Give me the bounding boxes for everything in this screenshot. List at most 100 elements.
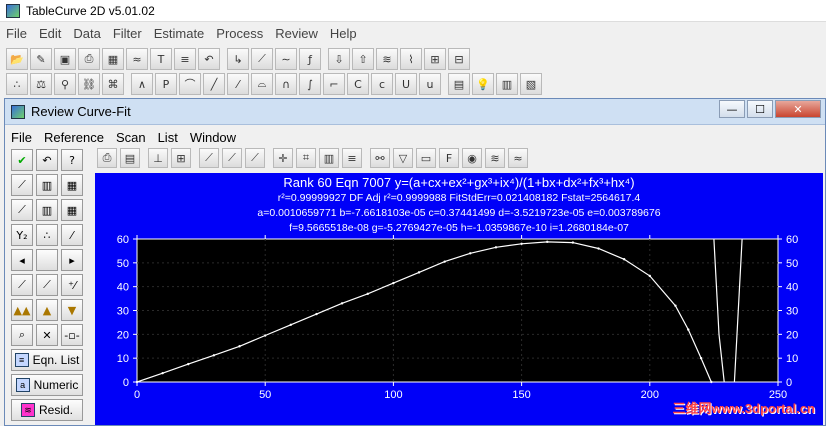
menu-filter[interactable]: Filter (107, 26, 148, 41)
arrow-left-icon[interactable]: ◂ (11, 249, 33, 271)
pdf-icon[interactable]: P (155, 73, 177, 95)
triangle-up-icon[interactable]: ▲ (36, 299, 58, 321)
fit-view-2-icon[interactable]: ⟋ (11, 199, 33, 221)
c-icon[interactable]: C (347, 73, 369, 95)
undo-icon[interactable]: ↶ (36, 149, 58, 171)
fit-bars-2-icon[interactable]: ▥ (36, 199, 58, 221)
open-icon[interactable]: 📂 (6, 48, 28, 70)
bars-icon[interactable]: ▥ (319, 148, 339, 168)
level-icon[interactable]: ⊥ (148, 148, 168, 168)
help-icon[interactable]: ? (61, 149, 83, 171)
triangle-down-icon[interactable]: ▼ (61, 299, 83, 321)
accept-check-icon[interactable]: ✔ (11, 149, 33, 171)
undo-icon[interactable]: ↶ (198, 48, 220, 70)
sigmoid-icon[interactable]: ∫ (299, 73, 321, 95)
chart-icon[interactable]: ≈ (126, 48, 148, 70)
curve-view-1-icon[interactable]: ⟋ (199, 148, 219, 168)
funnel-icon[interactable]: ▽ (393, 148, 413, 168)
curve2-icon[interactable]: ╱ (203, 73, 225, 95)
level-plus-icon[interactable]: ⊞ (171, 148, 191, 168)
peaks-icon[interactable]: ▲▲ (11, 299, 33, 321)
window-icon[interactable]: ▭ (416, 148, 436, 168)
bulb-icon[interactable]: 💡 (472, 73, 494, 95)
fit-grid-1-icon[interactable]: ▦ (61, 174, 83, 196)
crosshair-icon[interactable]: ✛ (273, 148, 293, 168)
u2-icon[interactable]: u (419, 73, 441, 95)
line-view-icon[interactable]: ⁄ (61, 224, 83, 246)
menu-review[interactable]: Review (269, 26, 324, 41)
list-lines-icon[interactable]: ≡ (342, 148, 362, 168)
reference-1-icon[interactable]: ⟋ (11, 274, 33, 296)
line-icon[interactable]: ⁄ (227, 73, 249, 95)
scatter-view-icon[interactable]: ∴ (36, 224, 58, 246)
text-icon[interactable]: T (150, 48, 172, 70)
arrow-icon[interactable]: ↳ (227, 48, 249, 70)
print-icon[interactable]: ⎙ (78, 48, 100, 70)
zoom-cross-icon[interactable]: ✕ (36, 324, 58, 346)
fit-bars-1-icon[interactable]: ▥ (36, 174, 58, 196)
import-icon[interactable]: ⇩ (328, 48, 350, 70)
pin-icon[interactable]: ⚲ (54, 73, 76, 95)
color-wheel-icon[interactable]: ◉ (462, 148, 482, 168)
step-icon[interactable]: ⌐ (323, 73, 345, 95)
resid-button[interactable]: ≋ Resid. (11, 399, 83, 421)
lognormal-icon[interactable]: ⌓ (251, 73, 273, 95)
tangle-icon[interactable]: ⌘ (102, 73, 124, 95)
fit-view-1-icon[interactable]: ⟋ (11, 174, 33, 196)
y2-icon[interactable]: Y₂ (11, 224, 33, 246)
maximize-button[interactable]: ☐ (747, 100, 773, 118)
save-icon[interactable]: ▣ (54, 48, 76, 70)
zoom-icon[interactable]: ⌕ (11, 324, 33, 346)
curve1-icon[interactable]: ⌒ (179, 73, 201, 95)
child-menu-list[interactable]: List (152, 130, 184, 145)
scatter-icon[interactable]: ∴ (6, 73, 28, 95)
close-button[interactable]: ✕ (775, 100, 821, 118)
scroll-track-icon[interactable] (36, 249, 58, 271)
reference-2-icon[interactable]: ⟋ (36, 274, 58, 296)
weight-icon[interactable]: ⚖ (30, 73, 52, 95)
transform-icon[interactable]: ≋ (376, 48, 398, 70)
multi-curve-icon[interactable]: ≋ (485, 148, 505, 168)
eqn-list-button[interactable]: ≡ Eqn. List (11, 349, 83, 371)
print-icon[interactable]: ⎙ (97, 148, 117, 168)
arrow-right-icon[interactable]: ▸ (61, 249, 83, 271)
reference-3-icon[interactable]: ⁺⁄ (61, 274, 83, 296)
report-icon[interactable]: ▤ (448, 73, 470, 95)
menu-file[interactable]: File (0, 26, 33, 41)
curve-view-2-icon[interactable]: ⟋ (222, 148, 242, 168)
numeric-button[interactable]: a Numeric (11, 374, 83, 396)
child-menu-file[interactable]: File (5, 130, 38, 145)
child-menu-window[interactable]: Window (184, 130, 242, 145)
multi-curve-2-icon[interactable]: ≈ (508, 148, 528, 168)
minimize-button[interactable]: — (719, 100, 745, 118)
grid-icon[interactable]: ▦ (102, 48, 124, 70)
child-menu-reference[interactable]: Reference (38, 130, 110, 145)
c2-icon[interactable]: c (371, 73, 393, 95)
clipboard-icon[interactable]: ▤ (120, 148, 140, 168)
list-edit-icon[interactable]: ≡ (174, 48, 196, 70)
list-icon[interactable]: ▧ (520, 73, 542, 95)
rescale-icon[interactable]: ⊞ (424, 48, 446, 70)
binoculars-icon[interactable]: ⚯ (370, 148, 390, 168)
data-icon[interactable]: ⊟ (448, 48, 470, 70)
menu-process[interactable]: Process (210, 26, 269, 41)
fx-icon[interactable]: ƒ (299, 48, 321, 70)
child-menu-scan[interactable]: Scan (110, 130, 152, 145)
dash-dot-icon[interactable]: -▫- (61, 324, 83, 346)
menu-help[interactable]: Help (324, 26, 363, 41)
chart2-icon[interactable]: ▥ (496, 73, 518, 95)
curve-view-3-icon[interactable]: ⟋ (245, 148, 265, 168)
trend-icon[interactable]: ⟋ (251, 48, 273, 70)
smooth-icon[interactable]: ∼ (275, 48, 297, 70)
font-icon[interactable]: F (439, 148, 459, 168)
filter-icon[interactable]: ⌇ (400, 48, 422, 70)
export-icon[interactable]: ⇧ (352, 48, 374, 70)
peak-icon[interactable]: ∧ (131, 73, 153, 95)
menu-data[interactable]: Data (67, 26, 106, 41)
edit-data-icon[interactable]: ✎ (30, 48, 52, 70)
crosshair-grid-icon[interactable]: ⌗ (296, 148, 316, 168)
u-icon[interactable]: U (395, 73, 417, 95)
gauss-icon[interactable]: ∩ (275, 73, 297, 95)
menu-edit[interactable]: Edit (33, 26, 67, 41)
menu-estimate[interactable]: Estimate (148, 26, 211, 41)
